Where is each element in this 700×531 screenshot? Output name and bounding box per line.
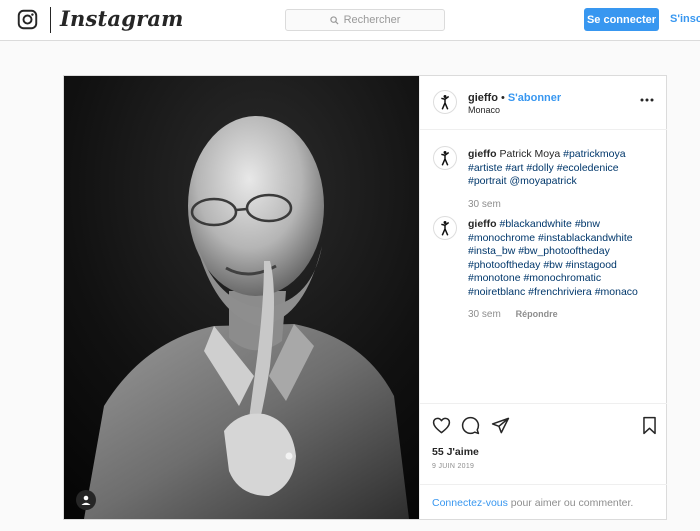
more-options-icon[interactable] <box>640 98 654 102</box>
hashtag-link[interactable]: #blackandwhite <box>500 218 572 230</box>
portrait-photo <box>64 76 419 519</box>
top-navigation-bar: Instagram Rechercher Se connecter S'insc… <box>0 0 700 41</box>
bookmark-icon[interactable] <box>640 416 659 435</box>
login-link[interactable]: Connectez-vous <box>432 497 508 509</box>
hashtag-link[interactable]: #monochrome <box>468 232 535 244</box>
header-divider <box>50 7 51 33</box>
user-tag-icon[interactable] <box>76 490 96 510</box>
separator-dot: • <box>500 92 505 104</box>
mention-link[interactable]: @moyapatrick <box>509 175 576 187</box>
hashtag-link[interactable]: #monotone <box>468 272 521 284</box>
search-input[interactable]: Rechercher <box>285 9 445 31</box>
login-button[interactable]: Se connecter <box>584 8 659 31</box>
comment-avatar[interactable] <box>433 216 457 240</box>
comment-icon[interactable] <box>461 416 480 435</box>
search-placeholder: Rechercher <box>343 14 401 26</box>
reply-button[interactable]: Répondre <box>516 309 558 319</box>
comment-username[interactable]: gieffo <box>468 148 497 160</box>
comment-avatar[interactable] <box>433 146 457 170</box>
comment-text: gieffo #blackandwhite #bnw #monochrome #… <box>468 218 658 299</box>
hashtag-link[interactable]: #instagood <box>566 259 617 271</box>
author-username[interactable]: gieffo <box>468 92 498 104</box>
hashtag-link[interactable]: #artiste <box>468 162 502 174</box>
hashtag-link[interactable]: #bw_photooftheday <box>518 245 610 257</box>
hashtag-link[interactable]: #instablackandwhite <box>538 232 633 244</box>
follow-link[interactable]: S'abonner <box>508 92 561 104</box>
post-location[interactable]: Monaco <box>468 105 500 115</box>
search-icon <box>329 15 339 25</box>
login-prompt: Connectez-vous pour aimer ou commenter. <box>432 497 633 509</box>
hashtag-link[interactable]: #insta_bw <box>468 245 515 257</box>
hashtag-link[interactable]: #bnw <box>575 218 600 230</box>
like-count[interactable]: 55 J'aime <box>432 446 479 458</box>
comment-body: Patrick Moya <box>499 148 561 160</box>
login-prompt-area: Connectez-vous pour aimer ou commenter. <box>420 484 667 520</box>
comment-time[interactable]: 30 sem <box>468 309 501 320</box>
hashtag-link[interactable]: #bw <box>543 259 562 271</box>
hashtag-link[interactable]: #noiretblanc <box>468 286 525 298</box>
comment-meta: 30 sem <box>468 199 501 210</box>
hashtag-link[interactable]: #frenchriviera <box>528 286 592 298</box>
hashtag-link[interactable]: #monaco <box>595 286 638 298</box>
instagram-glyph-icon[interactable] <box>17 9 38 30</box>
author-avatar[interactable] <box>433 90 457 114</box>
hashtag-link[interactable]: #monochromatic <box>523 272 601 284</box>
signup-link[interactable]: S'inscr <box>670 13 700 25</box>
heart-icon[interactable] <box>432 416 451 435</box>
comment-meta: 30 sem Répondre <box>468 309 558 320</box>
instagram-wordmark[interactable]: Instagram <box>60 6 184 31</box>
post-sidebar: gieffo • S'abonner Monaco gieffo Patrick M… <box>419 76 667 519</box>
hashtag-link[interactable]: #ecoledenice <box>557 162 619 174</box>
hashtag-link[interactable]: #dolly <box>526 162 553 174</box>
post-card: gieffo • S'abonner Monaco gieffo Patrick M… <box>63 75 667 520</box>
hashtag-link[interactable]: #art <box>505 162 523 174</box>
login-prompt-text: pour aimer ou commenter. <box>507 497 634 509</box>
author-line: gieffo • S'abonner <box>468 92 561 104</box>
hashtag-link[interactable]: #photooftheday <box>468 259 540 271</box>
post-date[interactable]: 9 JUIN 2019 <box>432 463 474 470</box>
comment-text: gieffo Patrick Moya #patrickmoya #artist… <box>468 148 658 189</box>
post-actions: 55 J'aime 9 JUIN 2019 Connectez-vous pou… <box>420 403 667 519</box>
comment-time[interactable]: 30 sem <box>468 199 501 210</box>
paper-plane-icon[interactable] <box>491 416 510 435</box>
hashtag-link[interactable]: #portrait <box>468 175 507 187</box>
comment-username[interactable]: gieffo <box>468 218 497 230</box>
hashtag-link[interactable]: #patrickmoya <box>563 148 625 160</box>
post-header: gieffo • S'abonner Monaco <box>420 76 667 130</box>
post-photo[interactable] <box>64 76 419 519</box>
